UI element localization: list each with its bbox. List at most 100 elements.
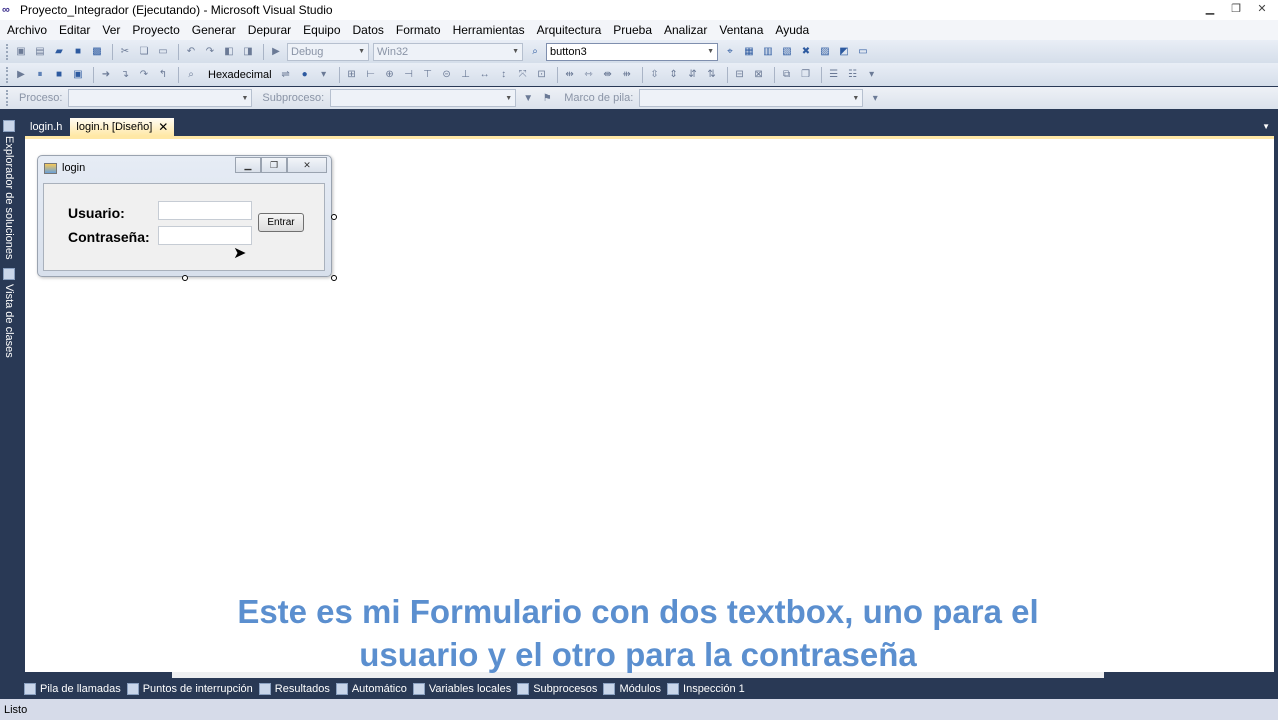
tab-watch-1[interactable]: Inspección 1 — [667, 682, 745, 695]
tab-autos[interactable]: Automático — [335, 682, 407, 695]
break-all-icon[interactable]: ⏸ — [32, 67, 48, 83]
process-combo[interactable]: ▼ — [68, 89, 253, 107]
menu-prueba[interactable]: Prueba — [613, 23, 652, 37]
class-view-tab[interactable]: Vista de clases — [2, 268, 16, 360]
open-file-icon[interactable]: ▰ — [51, 44, 67, 60]
show-threads-icon[interactable]: ⇌ — [278, 67, 294, 83]
menu-depurar[interactable]: Depurar — [248, 23, 291, 37]
toolbar-grip[interactable] — [6, 90, 9, 106]
tab-threads[interactable]: Subprocesos — [517, 682, 597, 695]
menu-ver[interactable]: Ver — [102, 23, 120, 37]
vertical-spacing-remove-icon[interactable]: ⇅ — [704, 67, 720, 83]
stop-debugging-icon[interactable]: ■ — [51, 67, 67, 83]
save-icon[interactable]: ■ — [70, 44, 86, 60]
make-same-size-icon[interactable]: ⤧ — [515, 67, 531, 83]
make-same-width-icon[interactable]: ↔ — [477, 67, 493, 83]
chevron-down-icon[interactable]: ▾ — [316, 67, 332, 83]
start-page-icon[interactable]: ▨ — [817, 44, 833, 60]
menu-ventana[interactable]: Ventana — [719, 23, 763, 37]
tab-breakpoints[interactable]: Puntos de interrupción — [126, 682, 253, 695]
menu-proyecto[interactable]: Proyecto — [132, 23, 179, 37]
toolbar-grip[interactable] — [6, 66, 9, 83]
restart-icon[interactable]: ▣ — [70, 67, 86, 83]
save-all-icon[interactable]: ▩ — [89, 44, 105, 60]
solution-config-combo[interactable]: Debug ▼ — [287, 42, 369, 61]
continue-icon[interactable]: ▶ — [13, 67, 29, 83]
chevron-down-icon[interactable]: ▾ — [867, 90, 883, 106]
chevron-down-icon[interactable]: ▼ — [1262, 122, 1270, 131]
layout-options-icon[interactable]: ☷ — [845, 67, 861, 83]
find-in-files-icon[interactable]: ⌕ — [527, 44, 543, 60]
form-maximize-icon[interactable]: ❐ — [261, 157, 287, 173]
vertical-spacing-decrease-icon[interactable]: ⇵ — [685, 67, 701, 83]
solution-platform-combo[interactable]: Win32 ▼ — [373, 42, 523, 61]
align-rights-icon[interactable]: ⊣ — [401, 67, 417, 83]
minimize-icon[interactable]: ▁ — [1198, 0, 1222, 16]
resize-handle-corner[interactable] — [331, 275, 337, 281]
tab-login-h[interactable]: login.h — [24, 118, 68, 136]
copy-icon[interactable]: ❏ — [136, 44, 152, 60]
find-icon[interactable]: ⌖ — [722, 44, 738, 60]
tab-call-stack[interactable]: Pila de llamadas — [24, 682, 121, 695]
toolbox-icon[interactable]: ✖ — [798, 44, 814, 60]
bring-to-front-icon[interactable]: ⧉ — [779, 67, 795, 83]
tab-output[interactable]: Resultados — [258, 682, 330, 695]
solution-explorer-icon[interactable]: ▦ — [741, 44, 757, 60]
vertical-spacing-equal-icon[interactable]: ⇳ — [647, 67, 663, 83]
center-horizontally-icon[interactable]: ⊟ — [732, 67, 748, 83]
center-vertically-icon[interactable]: ⊠ — [751, 67, 767, 83]
make-same-height-icon[interactable]: ↕ — [496, 67, 512, 83]
menu-ayuda[interactable]: Ayuda — [775, 23, 809, 37]
navigate-back-icon[interactable]: ◧ — [221, 44, 237, 60]
menu-generar[interactable]: Generar — [192, 23, 236, 37]
tab-order-icon[interactable]: ☰ — [826, 67, 842, 83]
find-combo[interactable]: button3 ▼ — [546, 42, 718, 61]
chevron-down-icon[interactable]: ▾ — [864, 67, 880, 83]
login-form[interactable]: login ▁ ❐ ✕ Usuario: Contraseña: Entrar — [37, 155, 332, 277]
menu-formato[interactable]: Formato — [396, 23, 441, 37]
align-tops-icon[interactable]: ⊤ — [420, 67, 436, 83]
close-icon[interactable]: ✕ — [1250, 0, 1274, 16]
new-project-icon[interactable]: ▣ — [13, 44, 29, 60]
navigate-forward-icon[interactable]: ◨ — [240, 44, 256, 60]
thread-combo[interactable]: ▼ — [330, 89, 517, 107]
step-over-icon[interactable]: ↷ — [136, 67, 152, 83]
align-centers-icon[interactable]: ⊕ — [382, 67, 398, 83]
quick-watch-icon[interactable]: ⌕ — [183, 67, 199, 83]
send-to-back-icon[interactable]: ❐ — [798, 67, 814, 83]
menu-equipo[interactable]: Equipo — [303, 23, 340, 37]
extension-manager-icon[interactable]: ◩ — [836, 44, 852, 60]
horizontal-spacing-decrease-icon[interactable]: ⇼ — [600, 67, 616, 83]
solution-explorer-tab[interactable]: Explorador de soluciones — [2, 120, 16, 266]
paste-icon[interactable]: ▭ — [155, 44, 171, 60]
close-tab-icon[interactable]: ✕ — [158, 120, 168, 134]
show-next-statement-icon[interactable]: ➜ — [98, 67, 114, 83]
tab-login-h-design[interactable]: login.h [Diseño] ✕ — [70, 118, 175, 136]
breakpoints-window-icon[interactable]: ● — [297, 67, 313, 83]
resize-handle-right[interactable] — [331, 214, 337, 220]
resize-handle-bottom[interactable] — [182, 275, 188, 281]
toggle-filter-icon[interactable]: ▼ — [520, 90, 536, 106]
align-bottoms-icon[interactable]: ⊥ — [458, 67, 474, 83]
menu-herramientas[interactable]: Herramientas — [453, 23, 525, 37]
vertical-spacing-increase-icon[interactable]: ⇕ — [666, 67, 682, 83]
menu-editar[interactable]: Editar — [59, 23, 90, 37]
menu-arquitectura[interactable]: Arquitectura — [537, 23, 602, 37]
command-window-icon[interactable]: ▭ — [855, 44, 871, 60]
cut-icon[interactable]: ✂ — [117, 44, 133, 60]
form-close-icon[interactable]: ✕ — [287, 157, 327, 173]
redo-icon[interactable]: ↷ — [202, 44, 218, 60]
flag-threads-icon[interactable]: ⚑ — [539, 90, 555, 106]
hexadecimal-toggle[interactable]: Hexadecimal — [208, 69, 272, 81]
menu-archivo[interactable]: Archivo — [7, 23, 47, 37]
align-middles-icon[interactable]: ⊝ — [439, 67, 455, 83]
undo-icon[interactable]: ↶ — [183, 44, 199, 60]
menu-datos[interactable]: Datos — [353, 23, 384, 37]
form-minimize-icon[interactable]: ▁ — [235, 157, 261, 173]
align-to-grid-icon[interactable]: ⊞ — [344, 67, 360, 83]
usuario-textbox[interactable] — [158, 201, 252, 220]
horizontal-spacing-equal-icon[interactable]: ⇹ — [562, 67, 578, 83]
start-debug-icon[interactable]: ▶ — [268, 44, 284, 60]
tab-locals[interactable]: Variables locales — [412, 682, 511, 695]
add-item-icon[interactable]: ▤ — [32, 44, 48, 60]
